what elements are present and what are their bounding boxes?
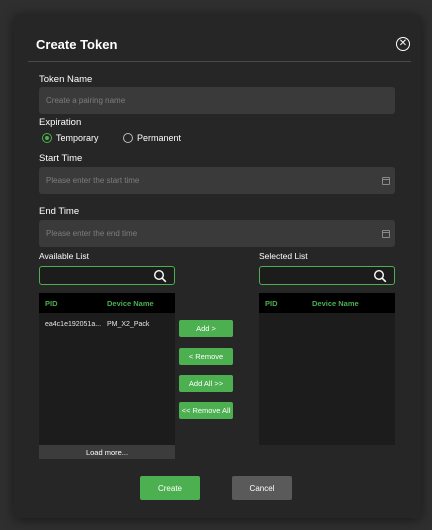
start-time-label: Start Time bbox=[39, 153, 83, 164]
token-name-input[interactable] bbox=[39, 87, 395, 114]
column-device-name: Device Name bbox=[107, 298, 154, 308]
column-device-name: Device Name bbox=[312, 298, 359, 308]
selected-list-table: PID Device Name bbox=[259, 293, 395, 445]
radio-selected-icon bbox=[42, 133, 52, 143]
table-header: PID Device Name bbox=[39, 293, 175, 313]
create-token-dialog: Create Token ✕ Token Name Expiration Tem… bbox=[14, 14, 421, 518]
remove-button[interactable]: < Remove bbox=[179, 348, 233, 365]
available-list-table: PID Device Name ea4c1e192051a... PM_X2_P… bbox=[39, 293, 175, 445]
dialog-title: Create Token bbox=[36, 37, 118, 52]
available-search-input[interactable] bbox=[39, 266, 175, 285]
search-icon[interactable] bbox=[373, 269, 387, 283]
token-name-label: Token Name bbox=[39, 74, 93, 85]
radio-permanent-label: Permanent bbox=[137, 133, 182, 143]
add-button[interactable]: Add > bbox=[179, 320, 233, 337]
radio-unselected-icon bbox=[123, 133, 133, 143]
radio-temporary-label: Temporary bbox=[56, 133, 99, 143]
available-list-label: Available List bbox=[39, 251, 89, 261]
selected-list-label: Selected List bbox=[259, 251, 308, 261]
cancel-button[interactable]: Cancel bbox=[232, 476, 292, 500]
row-pid: ea4c1e192051a... bbox=[45, 320, 102, 328]
column-pid: PID bbox=[265, 298, 278, 308]
table-header: PID Device Name bbox=[259, 293, 395, 313]
calendar-icon[interactable] bbox=[382, 177, 390, 185]
selected-search-input[interactable] bbox=[259, 266, 395, 285]
load-more-button[interactable]: Load more... bbox=[39, 445, 175, 459]
header-divider bbox=[28, 61, 411, 62]
radio-permanent[interactable]: Permanent bbox=[123, 133, 181, 143]
end-time-input[interactable] bbox=[39, 220, 395, 247]
expiration-label: Expiration bbox=[39, 117, 82, 128]
close-icon[interactable]: ✕ bbox=[396, 37, 410, 51]
row-device-name: PM_X2_Pack bbox=[107, 320, 150, 328]
calendar-icon[interactable] bbox=[382, 230, 390, 238]
table-row[interactable]: ea4c1e192051a... PM_X2_Pack bbox=[39, 315, 175, 333]
add-all-button[interactable]: Add All >> bbox=[179, 375, 233, 392]
start-time-input[interactable] bbox=[39, 167, 395, 194]
remove-all-button[interactable]: << Remove All bbox=[179, 402, 233, 419]
column-pid: PID bbox=[45, 298, 58, 308]
radio-temporary[interactable]: Temporary bbox=[42, 133, 99, 143]
end-time-label: End Time bbox=[39, 206, 80, 217]
search-icon[interactable] bbox=[153, 269, 167, 283]
create-button[interactable]: Create bbox=[140, 476, 200, 500]
